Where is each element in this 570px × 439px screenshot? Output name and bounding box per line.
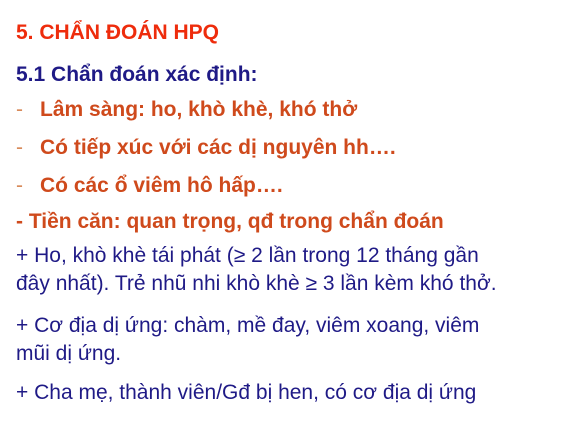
bullet-marker: -: [16, 136, 23, 159]
plus-item-line: + Cha mẹ, thành viên/Gđ bị hen, có cơ đị…: [16, 381, 477, 404]
plus-item-line: + Ho, khò khè tái phát (≥ 2 lần trong 12…: [16, 244, 479, 267]
bullet-text: Lâm sàng: ho, khò khè, khó thở: [40, 98, 358, 121]
slide: 5. CHẨN ĐOÁN HPQ 5.1 Chẩn đoán xác định:…: [0, 0, 570, 439]
history-line: - Tiền căn: quan trọng, qđ trong chẩn đo…: [16, 210, 444, 233]
bullet-text: Có các ổ viêm hô hấp….: [40, 174, 283, 197]
section-heading: 5.1 Chẩn đoán xác định:: [16, 63, 258, 86]
dash-bullet: - Lâm sàng: ho, khò khè, khó thở: [16, 99, 357, 120]
slide-title: 5. CHẨN ĐOÁN HPQ: [16, 21, 220, 44]
plus-item-line: + Cơ địa dị ứng: chàm, mề đay, viêm xoan…: [16, 314, 480, 337]
dash-bullet: - Có các ổ viêm hô hấp….: [16, 175, 283, 196]
bullet-text: Có tiếp xúc với các dị nguyên hh….: [40, 136, 396, 159]
dash-bullet: - Có tiếp xúc với các dị nguyên hh….: [16, 137, 396, 158]
bullet-marker: -: [16, 98, 23, 121]
bullet-marker: -: [16, 174, 23, 197]
plus-item-line: đây nhất). Trẻ nhũ nhi khò khè ≥ 3 lần k…: [16, 272, 497, 295]
plus-item-line: mũi dị ứng.: [16, 342, 122, 365]
